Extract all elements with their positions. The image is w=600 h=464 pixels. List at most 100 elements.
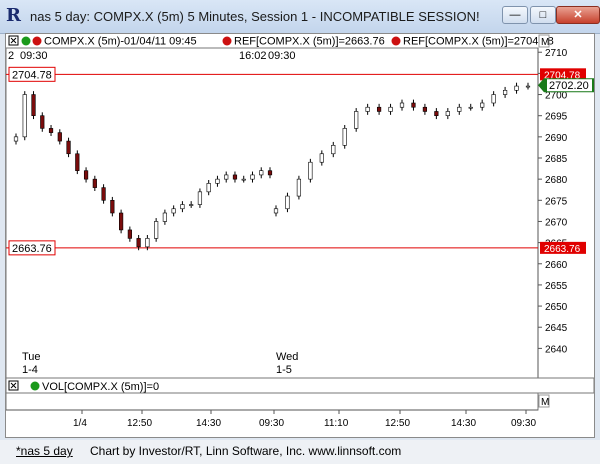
candle-body (48, 128, 54, 133)
price-chart[interactable]: COMPX.X (5m)-01/04/11 09:45 REF[COMPX.X … (5, 34, 595, 437)
x-tick-label: 14:30 (196, 418, 221, 429)
red-ref-low-icon (222, 36, 232, 46)
candle-body (480, 102, 485, 108)
candle-body (215, 178, 220, 184)
candle-body (457, 106, 462, 112)
candle-body (110, 200, 115, 214)
candle-body (180, 204, 185, 210)
candle-body (232, 174, 238, 180)
y-tick-label: 2695 (545, 112, 568, 123)
candle-body (224, 174, 229, 180)
red-status-icon (32, 36, 42, 46)
candle-body (296, 178, 302, 197)
candle-body (376, 106, 382, 112)
candle-body (13, 136, 19, 142)
x-tick-label: 12:50 (127, 418, 152, 429)
last-price-label: 2702.20 (549, 80, 589, 92)
day-label-tue: Tue (22, 351, 41, 363)
candle-body (468, 106, 473, 109)
y-tick-label: 2645 (545, 323, 568, 334)
volume-panel (5, 392, 539, 411)
y-tick-label: 2650 (545, 302, 568, 313)
date-label-1-4: 1-4 (22, 364, 38, 376)
candle-body (411, 102, 416, 108)
candle-body (171, 208, 176, 214)
x-tick-label: 14:30 (451, 418, 476, 429)
candle-body (250, 174, 255, 180)
candle-body (525, 85, 531, 88)
x-tick-label: 12:50 (385, 418, 410, 429)
close-button[interactable]: ✕ (556, 6, 600, 24)
candle-body (491, 94, 496, 104)
red-ref-high-icon (391, 36, 401, 46)
y-tick-label: 2675 (545, 196, 568, 207)
candle-body (22, 94, 27, 138)
y-tick-label: 2640 (545, 344, 568, 355)
y-tick-label: 2685 (545, 154, 568, 165)
y-tick-label: 2680 (545, 175, 568, 186)
candle-body (434, 111, 439, 116)
x-tick-label: 11:10 (324, 418, 349, 429)
candle-body (206, 183, 211, 193)
candle-body (514, 85, 519, 91)
candle-body (354, 111, 359, 129)
legend-symbol: COMPX.X (5m)-01/04/11 09:45 (44, 36, 197, 48)
y-tick-label: 2670 (545, 217, 568, 228)
minimize-button[interactable]: — (502, 6, 528, 24)
candle-body (197, 191, 203, 205)
candle-body (267, 170, 273, 176)
reference-axis-tag-label: 2663.76 (544, 244, 581, 255)
date-label-1-5: 1-5 (276, 364, 292, 376)
candle-body (83, 170, 89, 180)
volume-status-icon (30, 381, 40, 391)
candle-body (40, 115, 45, 129)
plot-frame (5, 47, 539, 379)
y-tick-label: 2655 (545, 281, 568, 292)
candle-body (319, 153, 324, 163)
price-tags: 2704.78 2704.782663.76 2663.762702.20 (8, 66, 594, 256)
candle-body (57, 132, 62, 142)
y-tick-label: 2660 (545, 260, 568, 271)
header-time-2: 16:02 (239, 50, 267, 62)
candle-body (162, 212, 167, 222)
title-bar: R nas 5 day: COMPX.X (5m) 5 Minutes, Ses… (0, 0, 600, 34)
candle-body (273, 208, 279, 214)
candle-body (388, 106, 393, 112)
restore-button[interactable]: □ (530, 6, 556, 24)
window-title: nas 5 day: COMPX.X (5m) 5 Minutes, Sessi… (30, 9, 480, 24)
x-tick-label: 1/4 (73, 418, 87, 429)
candle-body (241, 178, 246, 181)
candle-body (502, 90, 508, 95)
y-tick-label: 2710 (545, 48, 568, 59)
candle-body (75, 153, 80, 171)
candle-body (154, 221, 159, 239)
chart-window[interactable]: COMPX.X (5m)-01/04/11 09:45 REF[COMPX.X … (5, 33, 595, 438)
candle-body (308, 161, 313, 180)
volume-label: VOL[COMPX.X (5m)]=0 (42, 381, 159, 393)
reference-lines (6, 73, 538, 249)
investor-rt-logo-icon[interactable]: R (6, 6, 26, 26)
candle-body (101, 187, 106, 201)
header-time-3: 09:30 (268, 50, 296, 62)
candle-body (259, 170, 264, 176)
candle-body (66, 140, 71, 155)
green-status-icon (21, 36, 31, 46)
x-tick-label: 09:30 (259, 418, 284, 429)
reference-label-left: 2704.78 (12, 69, 52, 81)
candle-body (189, 204, 194, 206)
chart-tab[interactable]: *nas 5 day (16, 444, 73, 458)
day-label-wed: Wed (276, 351, 298, 363)
candle-body (92, 178, 97, 188)
candle-body (145, 238, 150, 248)
candle-body (445, 111, 450, 116)
candle-body (342, 128, 347, 146)
reference-label-left: 2663.76 (12, 243, 52, 255)
candle-body (285, 195, 290, 210)
y-tick-label: 2690 (545, 133, 568, 144)
credits-text: Chart by Investor/RT, Linn Software, Inc… (90, 444, 402, 458)
status-bar: *nas 5 day Chart by Investor/RT, Linn So… (0, 440, 600, 464)
candlestick-series (13, 82, 531, 251)
candle-body (119, 212, 124, 231)
max-marker: M (541, 37, 549, 48)
legend-ref-high: REF[COMPX.X (5m)]=2704.78 (403, 36, 554, 48)
